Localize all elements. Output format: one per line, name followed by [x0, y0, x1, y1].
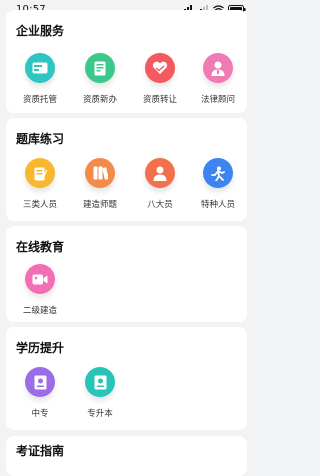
item-label: 三类人员 [22, 200, 57, 210]
item-label: 法律顾问 [200, 95, 235, 105]
section-card-online-education: 在线教育 二级建造 [6, 226, 247, 322]
item-label: 专升本 [87, 409, 113, 419]
degree-item-technical-secondary[interactable]: 中专 [10, 367, 70, 427]
diploma-icon [85, 367, 115, 397]
item-label: 八大员 [147, 200, 173, 210]
item-label: 特种人员 [200, 200, 235, 210]
section-card-exam-guide: 考证指南 [6, 436, 247, 476]
section-title: 学历提升 [16, 341, 65, 355]
service-item-qualification-custody[interactable]: 资质托管 [10, 53, 70, 113]
section-title: 企业服务 [16, 24, 65, 38]
books-icon [85, 158, 115, 188]
section-card-question-bank: 题库练习 三类人员 建造师题 八大员 特种人员 [6, 118, 247, 221]
card-icon [25, 53, 55, 83]
item-label: 中专 [31, 409, 49, 419]
item-label: 资质托管 [22, 95, 57, 105]
person-icon [145, 158, 175, 188]
item-label: 二级建造 [22, 306, 57, 316]
video-icon [25, 264, 55, 294]
document-icon [85, 53, 115, 83]
walker-icon [203, 158, 233, 188]
section-title: 考证指南 [16, 444, 65, 458]
item-label: 资质新办 [82, 95, 117, 105]
section-title: 在线教育 [16, 240, 65, 254]
heart-handshake-icon [145, 53, 175, 83]
section-card-degree-upgrade: 学历提升 中专 专升本 [6, 327, 247, 430]
item-label: 建造师题 [82, 200, 117, 210]
notepad-icon [25, 158, 55, 188]
section-card-enterprise: 企业服务 资质托管 资质新办 资质转让 法律顾问 [6, 10, 247, 113]
practice-item-eight-staff[interactable]: 八大员 [130, 158, 190, 218]
degree-item-junior-to-bachelor[interactable]: 专升本 [70, 367, 130, 427]
practice-item-constructor[interactable]: 建造师题 [70, 158, 130, 218]
practice-item-three-types[interactable]: 三类人员 [10, 158, 70, 218]
education-item-second-class-constructor[interactable]: 二级建造 [10, 264, 70, 324]
certificate-icon [25, 367, 55, 397]
lawyer-icon [203, 53, 233, 83]
service-item-qualification-transfer[interactable]: 资质转让 [130, 53, 190, 113]
section-title: 题库练习 [16, 132, 65, 146]
service-item-legal-advisor[interactable]: 法律顾问 [188, 53, 248, 113]
practice-item-special-staff[interactable]: 特种人员 [188, 158, 248, 218]
item-label: 资质转让 [142, 95, 177, 105]
service-item-new-qualification[interactable]: 资质新办 [70, 53, 130, 113]
